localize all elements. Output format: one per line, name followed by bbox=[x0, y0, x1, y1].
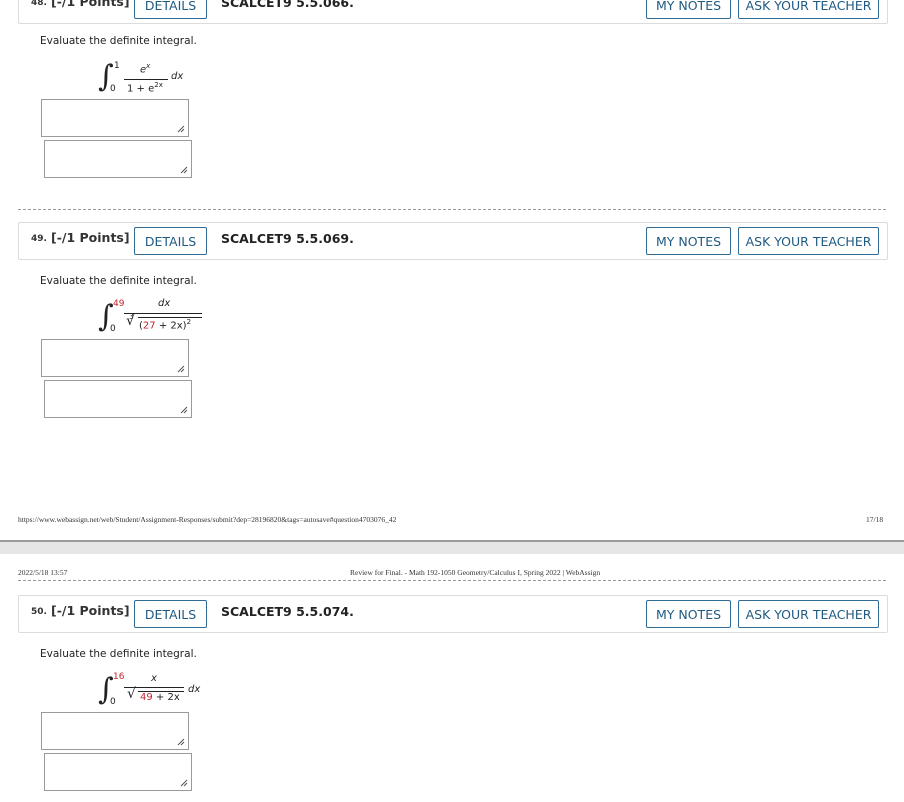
question-code: SCALCET9 5.5.066. bbox=[221, 0, 354, 10]
ask-your-teacher-button[interactable]: ASK YOUR TEACHER bbox=[738, 227, 879, 255]
ask-your-teacher-button[interactable]: ASK YOUR TEACHER bbox=[738, 0, 879, 19]
resize-grip-icon[interactable] bbox=[177, 365, 185, 373]
upper-limit: 16 bbox=[113, 672, 125, 682]
fraction-bar bbox=[124, 313, 202, 314]
radical-icon: √ bbox=[127, 686, 136, 702]
resize-grip-icon[interactable] bbox=[180, 779, 188, 787]
radical-icon: √ bbox=[126, 313, 135, 329]
question-code: SCALCET9 5.5.074. bbox=[221, 604, 354, 619]
ask-your-teacher-button[interactable]: ASK YOUR TEACHER bbox=[738, 600, 879, 628]
answer-input[interactable] bbox=[44, 140, 192, 178]
question-number: 49. bbox=[31, 234, 47, 244]
upper-limit: 49 bbox=[113, 299, 125, 309]
question-prompt: Evaluate the definite integral. bbox=[40, 648, 197, 660]
answer-input[interactable] bbox=[41, 712, 189, 750]
answer-input[interactable] bbox=[44, 380, 192, 418]
my-notes-button[interactable]: MY NOTES bbox=[646, 600, 731, 628]
lower-limit: 0 bbox=[110, 324, 116, 334]
print-title: Review for Final. - Math 192-1050 Geomet… bbox=[350, 568, 601, 577]
print-datetime: 2022/5/18 13:57 bbox=[18, 568, 68, 577]
answer-input[interactable] bbox=[44, 753, 192, 791]
resize-grip-icon[interactable] bbox=[180, 406, 188, 414]
question-number: 50. bbox=[31, 607, 47, 617]
numerator: dx bbox=[158, 298, 171, 309]
question-prompt: Evaluate the definite integral. bbox=[40, 35, 197, 47]
question-50-header: 50. [-/1 Points] DETAILS SCALCET9 5.5.07… bbox=[18, 595, 888, 633]
details-button[interactable]: DETAILS bbox=[134, 600, 207, 628]
question-49-header: 49. [-/1 Points] DETAILS SCALCET9 5.5.06… bbox=[18, 222, 888, 260]
question-points: [-/1 Points] bbox=[51, 0, 130, 9]
question-points: [-/1 Points] bbox=[51, 603, 130, 618]
resize-grip-icon[interactable] bbox=[177, 125, 185, 133]
denominator: 1 + e2x bbox=[127, 81, 163, 95]
differential: dx bbox=[171, 71, 184, 82]
lower-limit: 0 bbox=[110, 697, 116, 707]
page-number: 17/18 bbox=[866, 515, 884, 524]
question-prompt: Evaluate the definite integral. bbox=[40, 275, 197, 287]
resize-grip-icon[interactable] bbox=[180, 166, 188, 174]
numerator: ex bbox=[140, 62, 151, 76]
details-button[interactable]: DETAILS bbox=[134, 0, 207, 19]
question-code: SCALCET9 5.5.069. bbox=[221, 231, 354, 246]
header-divider bbox=[18, 580, 886, 581]
question-points: [-/1 Points] bbox=[51, 230, 130, 245]
answer-input[interactable] bbox=[41, 339, 189, 377]
my-notes-button[interactable]: MY NOTES bbox=[646, 0, 731, 19]
numerator: x bbox=[151, 673, 157, 684]
my-notes-button[interactable]: MY NOTES bbox=[646, 227, 731, 255]
question-48-header: 48. [-/1 Points] DETAILS SCALCET9 5.5.06… bbox=[18, 0, 888, 24]
denominator: 49 + 2x bbox=[140, 692, 180, 703]
differential: dx bbox=[188, 684, 201, 695]
denominator: (27 + 2x)2 bbox=[139, 318, 192, 332]
resize-grip-icon[interactable] bbox=[177, 738, 185, 746]
question-number: 48. bbox=[31, 0, 47, 8]
answer-input[interactable] bbox=[41, 99, 189, 137]
lower-limit: 0 bbox=[110, 84, 116, 94]
footer-url: https://www.webassign.net/web/Student/As… bbox=[18, 515, 397, 524]
page-break bbox=[0, 540, 904, 554]
fraction-bar bbox=[124, 79, 168, 80]
details-button[interactable]: DETAILS bbox=[134, 227, 207, 255]
question-divider bbox=[18, 209, 886, 210]
upper-limit: 1 bbox=[114, 61, 120, 71]
